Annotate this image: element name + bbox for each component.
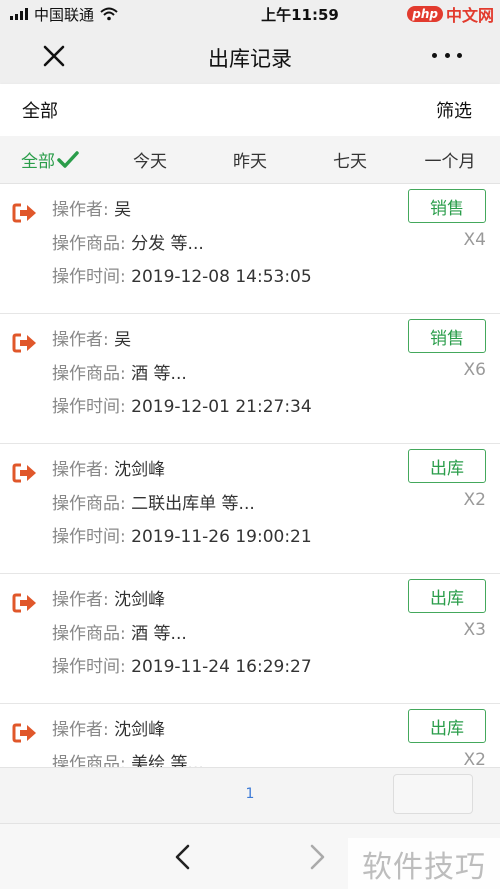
record-quantity: X6 (463, 360, 486, 380)
tab-label: 一个月 (424, 152, 476, 172)
goods-label: 操作商品: (52, 494, 126, 514)
tab-today[interactable]: 今天 (100, 147, 200, 172)
tab-all[interactable]: 全部 (0, 147, 100, 172)
record-type-button[interactable]: 出库 (408, 579, 486, 613)
tab-seven-days[interactable]: 七天 (300, 147, 400, 172)
operator-label: 操作者: (52, 460, 109, 480)
record-quantity: X3 (463, 620, 486, 640)
pager: 1 (0, 767, 500, 823)
time-label: 操作时间: (52, 657, 126, 677)
record-quantity: X2 (463, 750, 486, 767)
goods-row: 操作商品: 美绘 等... (52, 749, 204, 767)
goods-value: 二联出库单 等... (131, 494, 255, 514)
php-badge: php (407, 6, 443, 22)
tab-one-month[interactable]: 一个月 (400, 147, 500, 172)
time-row: 操作时间: 2019-12-08 14:53:05 (52, 262, 312, 287)
record-type-button[interactable]: 出库 (408, 709, 486, 743)
tab-label: 全部 (21, 152, 55, 172)
record-type-button[interactable]: 销售 (408, 319, 486, 353)
status-bar: 中国联通 上午11:59 php 中文网 (0, 0, 500, 28)
operator-row: 操作者: 沈剑峰 (52, 585, 165, 610)
list-item[interactable]: 操作者: 吴 操作商品: 酒 等... 操作时间: 2019-12-01 21:… (0, 314, 500, 444)
sign-out-icon (12, 593, 36, 613)
sign-out-icon (12, 463, 36, 483)
time-value: 2019-11-24 16:29:27 (131, 657, 312, 677)
record-list[interactable]: 操作者: 吴 操作商品: 分发 等... 操作时间: 2019-12-08 14… (0, 184, 500, 767)
time-row: 操作时间: 2019-12-01 21:27:34 (52, 392, 312, 417)
page-input-box[interactable] (393, 774, 473, 814)
operator-value: 沈剑峰 (114, 720, 166, 740)
filter-button[interactable]: 筛选 (436, 97, 472, 123)
operator-row: 操作者: 沈剑峰 (52, 715, 165, 740)
wifi-icon (100, 7, 118, 21)
date-tabs: 全部 今天 昨天 七天 一个月 (0, 136, 500, 184)
record-type-button[interactable]: 销售 (408, 189, 486, 223)
time-label: 操作时间: (52, 397, 126, 417)
category-all-button[interactable]: 全部 (22, 97, 58, 123)
page-number[interactable]: 1 (230, 786, 270, 802)
operator-label: 操作者: (52, 330, 109, 350)
sign-out-icon (12, 203, 36, 223)
goods-value: 酒 等... (131, 364, 187, 384)
time-label: 操作时间: (52, 527, 126, 547)
operator-row: 操作者: 吴 (52, 195, 131, 220)
signal-icon (10, 8, 28, 20)
record-quantity: X2 (463, 490, 486, 510)
time-value: 2019-12-01 21:27:34 (131, 397, 312, 417)
goods-label: 操作商品: (52, 234, 126, 254)
operator-label: 操作者: (52, 200, 109, 220)
tab-label: 昨天 (233, 152, 267, 172)
list-item[interactable]: 操作者: 沈剑峰 操作商品: 美绘 等... 出库 X2 (0, 704, 500, 767)
tab-label: 今天 (133, 152, 167, 172)
list-item[interactable]: 操作者: 沈剑峰 操作商品: 二联出库单 等... 操作时间: 2019-11-… (0, 444, 500, 574)
goods-value: 分发 等... (131, 234, 204, 254)
close-icon[interactable] (40, 42, 68, 70)
operator-value: 沈剑峰 (114, 590, 166, 610)
goods-row: 操作商品: 酒 等... (52, 619, 187, 644)
goods-label: 操作商品: (52, 364, 126, 384)
tab-yesterday[interactable]: 昨天 (200, 147, 300, 172)
record-quantity: X4 (463, 230, 486, 250)
goods-row: 操作商品: 酒 等... (52, 359, 187, 384)
operator-value: 吴 (114, 330, 132, 350)
tab-label: 七天 (333, 152, 367, 172)
sign-out-icon (12, 723, 36, 743)
operator-value: 吴 (114, 200, 132, 220)
check-icon (57, 150, 79, 168)
operator-label: 操作者: (52, 720, 109, 740)
goods-label: 操作商品: (52, 754, 126, 767)
chevron-left-icon[interactable] (170, 842, 196, 872)
site-logo-text: 中文网 (445, 6, 494, 25)
list-item[interactable]: 操作者: 吴 操作商品: 分发 等... 操作时间: 2019-12-08 14… (0, 184, 500, 314)
goods-row: 操作商品: 分发 等... (52, 229, 204, 254)
time-label: 操作时间: (52, 267, 126, 287)
carrier-name: 中国联通 (34, 5, 95, 24)
operator-row: 操作者: 沈剑峰 (52, 455, 165, 480)
time-value: 2019-12-08 14:53:05 (131, 267, 312, 287)
goods-value: 酒 等... (131, 624, 187, 644)
goods-label: 操作商品: (52, 624, 126, 644)
more-icon[interactable] (432, 50, 462, 60)
list-item[interactable]: 操作者: 沈剑峰 操作商品: 酒 等... 操作时间: 2019-11-24 1… (0, 574, 500, 704)
chevron-right-icon[interactable] (304, 842, 330, 872)
goods-value: 美绘 等... (131, 754, 204, 767)
title-bar: 出库记录 (0, 28, 500, 84)
bottom-nav: 软件技巧 (0, 823, 500, 889)
operator-row: 操作者: 吴 (52, 325, 131, 350)
time-row: 操作时间: 2019-11-26 19:00:21 (52, 522, 312, 547)
status-time: 上午11:59 (261, 5, 339, 24)
operator-value: 沈剑峰 (114, 460, 166, 480)
time-row: 操作时间: 2019-11-24 16:29:27 (52, 652, 312, 677)
site-logo: php 中文网 (407, 2, 494, 26)
filter-bar: 全部 筛选 (0, 84, 500, 136)
record-type-button[interactable]: 出库 (408, 449, 486, 483)
goods-row: 操作商品: 二联出库单 等... (52, 489, 255, 514)
page-title: 出库记录 (208, 47, 292, 71)
operator-label: 操作者: (52, 590, 109, 610)
watermark: 软件技巧 (348, 838, 500, 889)
sign-out-icon (12, 333, 36, 353)
status-left: 中国联通 (10, 4, 170, 25)
time-value: 2019-11-26 19:00:21 (131, 527, 312, 547)
